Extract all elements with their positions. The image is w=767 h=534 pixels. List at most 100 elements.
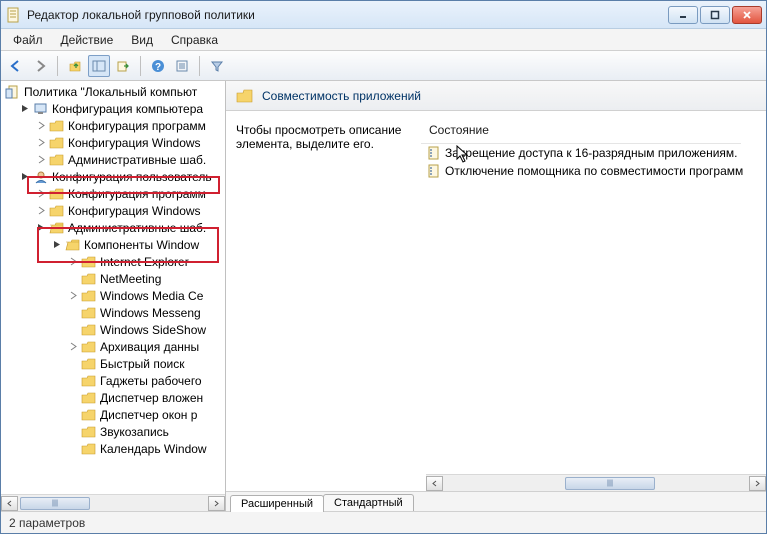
- expander-closed-icon[interactable]: [35, 137, 47, 149]
- expander-closed-icon[interactable]: [35, 120, 47, 132]
- minimize-button[interactable]: [668, 6, 698, 24]
- tree-label: Конфигурация программ: [68, 119, 206, 133]
- tree-item[interactable]: Конфигурация программ: [1, 117, 225, 134]
- toolbar-separator: [57, 56, 58, 76]
- expander-closed-icon[interactable]: [35, 188, 47, 200]
- expander-open-icon[interactable]: [19, 103, 31, 115]
- tree-item-windows-components[interactable]: Компоненты Window: [1, 236, 225, 253]
- scroll-track[interactable]: [443, 476, 749, 491]
- export-button[interactable]: [112, 55, 134, 77]
- menubar: Файл Действие Вид Справка: [1, 29, 766, 51]
- statusbar: 2 параметров: [1, 511, 766, 533]
- tree-item-root[interactable]: Политика "Локальный компьют: [1, 83, 225, 100]
- tree-pane: Политика "Локальный компьют Конфигурация…: [1, 81, 226, 511]
- detail-tabs: Расширенный Стандартный: [226, 491, 766, 511]
- list-item-label: Запрещение доступа к 16-разрядным прилож…: [445, 146, 738, 160]
- tree-label: Архивация данны: [100, 340, 199, 354]
- folder-open-icon: [49, 221, 65, 235]
- scroll-left-icon[interactable]: [426, 476, 443, 491]
- expander-open-icon[interactable]: [51, 239, 63, 251]
- folder-icon: [81, 357, 97, 371]
- tree-label: Звукозапись: [100, 425, 169, 439]
- tree-item[interactable]: Календарь Window: [1, 440, 225, 457]
- up-button[interactable]: [64, 55, 86, 77]
- expander-open-icon[interactable]: [35, 222, 47, 234]
- folder-icon: [49, 187, 65, 201]
- tab-extended[interactable]: Расширенный: [230, 495, 324, 512]
- tree-item[interactable]: Диспетчер окон р: [1, 406, 225, 423]
- expander-closed-icon[interactable]: [67, 341, 79, 353]
- tree-item[interactable]: Звукозапись: [1, 423, 225, 440]
- scroll-right-icon[interactable]: [749, 476, 766, 491]
- properties-button[interactable]: [171, 55, 193, 77]
- tree-label: Internet Explorer: [100, 255, 189, 269]
- folder-icon: [81, 408, 97, 422]
- expander-closed-icon[interactable]: [35, 205, 47, 217]
- tab-standard[interactable]: Стандартный: [323, 494, 414, 511]
- tree-item[interactable]: Windows Messeng: [1, 304, 225, 321]
- tree-item[interactable]: Конфигурация Windows: [1, 202, 225, 219]
- column-header-state[interactable]: Состояние: [421, 123, 741, 144]
- scroll-thumb[interactable]: [565, 477, 655, 490]
- tree-item[interactable]: Internet Explorer: [1, 253, 225, 270]
- menu-help[interactable]: Справка: [163, 31, 226, 49]
- filter-button[interactable]: [206, 55, 228, 77]
- folder-icon: [81, 340, 97, 354]
- scroll-track[interactable]: [18, 496, 208, 511]
- tree-item[interactable]: Быстрый поиск: [1, 355, 225, 372]
- folder-icon: [81, 306, 97, 320]
- tree-label: Windows Messeng: [100, 306, 201, 320]
- expander-closed-icon[interactable]: [35, 154, 47, 166]
- tree-item-admin-templates[interactable]: Административные шаб.: [1, 219, 225, 236]
- tree-label: Конфигурация Windows: [68, 204, 201, 218]
- policy-icon: [5, 85, 21, 99]
- menu-file[interactable]: Файл: [5, 31, 51, 49]
- tree-item[interactable]: Гаджеты рабочего: [1, 372, 225, 389]
- tree-item[interactable]: NetMeeting: [1, 270, 225, 287]
- expander-closed-icon[interactable]: [67, 290, 79, 302]
- list-item[interactable]: Запрещение доступа к 16-разрядным прилож…: [421, 144, 766, 162]
- computer-icon: [33, 102, 49, 116]
- close-button[interactable]: [732, 6, 762, 24]
- tree-h-scrollbar[interactable]: [1, 494, 225, 511]
- list-item-label: Отключение помощника по совместимости пр…: [445, 164, 743, 178]
- expander-closed-icon[interactable]: [67, 256, 79, 268]
- menu-view[interactable]: Вид: [123, 31, 161, 49]
- tree-item[interactable]: Windows Media Ce: [1, 287, 225, 304]
- tree-item[interactable]: Конфигурация Windows: [1, 134, 225, 151]
- folder-icon: [81, 425, 97, 439]
- list-items: Запрещение доступа к 16-разрядным прилож…: [421, 144, 766, 474]
- help-button[interactable]: ?: [147, 55, 169, 77]
- scroll-right-icon[interactable]: [208, 496, 225, 511]
- tree-label: Компоненты Window: [84, 238, 199, 252]
- menu-action[interactable]: Действие: [53, 31, 122, 49]
- policy-tree[interactable]: Политика "Локальный компьют Конфигурация…: [1, 81, 225, 494]
- show-tree-button[interactable]: [88, 55, 110, 77]
- content-area: Политика "Локальный компьют Конфигурация…: [1, 81, 766, 511]
- folder-icon: [49, 204, 65, 218]
- tree-item[interactable]: Диспетчер вложен: [1, 389, 225, 406]
- tree-item-user-config[interactable]: Конфигурация пользователь: [1, 168, 225, 185]
- scroll-thumb[interactable]: [20, 497, 90, 510]
- tree-item[interactable]: Конфигурация программ: [1, 185, 225, 202]
- folder-icon: [81, 442, 97, 456]
- tree-item[interactable]: Архивация данны: [1, 338, 225, 355]
- tree-item[interactable]: Windows SideShow: [1, 321, 225, 338]
- description-text: Чтобы просмотреть описание элемента, выд…: [236, 123, 421, 474]
- folder-open-icon: [65, 238, 81, 252]
- back-button[interactable]: [5, 55, 27, 77]
- tree-item[interactable]: Административные шаб.: [1, 151, 225, 168]
- tree-label: Конфигурация Windows: [68, 136, 201, 150]
- detail-pane: Совместимость приложений Чтобы просмотре…: [226, 81, 766, 511]
- detail-h-scrollbar[interactable]: [426, 474, 766, 491]
- maximize-button[interactable]: [700, 6, 730, 24]
- list-item[interactable]: Отключение помощника по совместимости пр…: [421, 162, 766, 180]
- tree-item-computer-config[interactable]: Конфигурация компьютера: [1, 100, 225, 117]
- tree-label: Гаджеты рабочего: [100, 374, 202, 388]
- scroll-left-icon[interactable]: [1, 496, 18, 511]
- folder-icon: [81, 391, 97, 405]
- svg-text:?: ?: [155, 62, 161, 73]
- expander-open-icon[interactable]: [19, 171, 31, 183]
- forward-button[interactable]: [29, 55, 51, 77]
- app-icon: [5, 7, 21, 23]
